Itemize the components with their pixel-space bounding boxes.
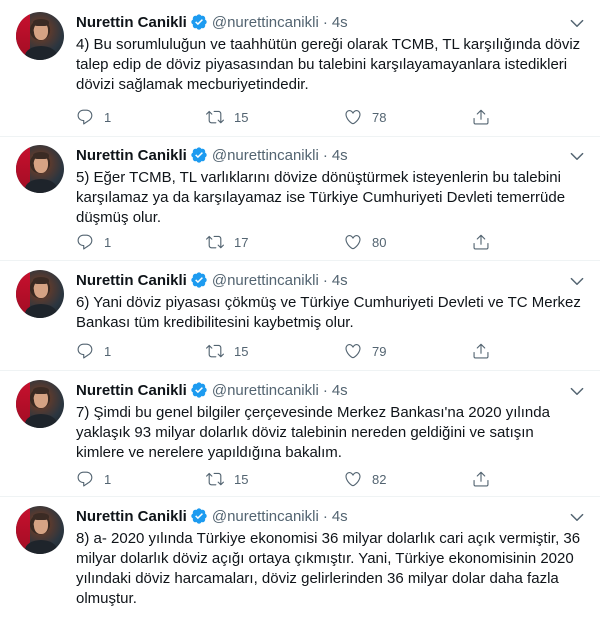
divider <box>0 370 600 371</box>
separator-dot: · <box>322 507 328 525</box>
share-button[interactable] <box>472 107 500 127</box>
share-icon <box>473 234 489 250</box>
retweet-icon <box>206 110 224 124</box>
avatar[interactable] <box>16 12 64 60</box>
author-name[interactable]: Nurettin Canikli <box>76 272 187 289</box>
tweet-text: 4) Bu sorumluluğun ve taahhütün gereği o… <box>76 36 581 93</box>
heart-icon <box>345 235 361 250</box>
reply-count: 1 <box>104 343 112 359</box>
timestamp[interactable]: 4s <box>332 508 348 525</box>
author-name[interactable]: Nurettin Canikli <box>76 14 187 31</box>
chevron-down-icon[interactable] <box>568 14 586 32</box>
timestamp[interactable]: 4s <box>332 382 348 399</box>
reply-icon <box>77 471 93 487</box>
reply-count: 1 <box>104 109 112 125</box>
avatar[interactable] <box>16 270 64 318</box>
share-button[interactable] <box>472 232 500 252</box>
tweet-actions: 1 15 79 <box>76 341 516 361</box>
chevron-down-icon[interactable] <box>568 147 586 165</box>
divider <box>0 260 600 261</box>
verified-badge-icon <box>190 381 208 399</box>
share-icon <box>473 343 489 359</box>
retweet-button[interactable]: 15 <box>206 469 248 489</box>
reply-button[interactable]: 1 <box>76 469 111 489</box>
like-button[interactable]: 80 <box>344 232 386 252</box>
like-button[interactable]: 78 <box>344 107 386 127</box>
tweet-actions: 1 15 78 <box>76 107 516 127</box>
separator-dot: · <box>322 271 328 289</box>
retweet-count: 15 <box>234 343 249 359</box>
timestamp[interactable]: 4s <box>332 147 348 164</box>
reply-icon <box>77 343 93 359</box>
separator-dot: · <box>322 381 328 399</box>
separator-dot: · <box>322 146 328 164</box>
author-name[interactable]: Nurettin Canikli <box>76 382 187 399</box>
verified-badge-icon <box>190 271 208 289</box>
retweet-button[interactable]: 15 <box>206 107 248 127</box>
verified-badge-icon <box>190 507 208 525</box>
avatar[interactable] <box>16 506 64 554</box>
author-name[interactable]: Nurettin Canikli <box>76 147 187 164</box>
retweet-button[interactable]: 15 <box>206 341 248 361</box>
like-count: 82 <box>372 471 387 487</box>
avatar[interactable] <box>16 145 64 193</box>
reply-icon <box>77 109 93 125</box>
share-icon <box>473 471 489 487</box>
retweet-icon <box>206 344 224 358</box>
share-button[interactable] <box>472 469 500 489</box>
retweet-count: 17 <box>234 234 249 250</box>
separator-dot: · <box>322 13 328 31</box>
share-button[interactable] <box>472 341 500 361</box>
retweet-icon <box>206 235 224 249</box>
reply-count: 1 <box>104 234 112 250</box>
chevron-down-icon[interactable] <box>568 508 586 526</box>
retweet-count: 15 <box>234 109 249 125</box>
reply-button[interactable]: 1 <box>76 107 111 127</box>
chevron-down-icon[interactable] <box>568 272 586 290</box>
retweet-icon <box>206 472 224 486</box>
divider <box>0 136 600 137</box>
verified-badge-icon <box>190 13 208 31</box>
heart-icon <box>345 344 361 359</box>
tweet-text: 5) Eğer TCMB, TL varlıklarını dövize dön… <box>76 169 566 226</box>
divider <box>0 496 600 497</box>
author-handle[interactable]: @nurettincanikli <box>212 382 319 399</box>
like-count: 80 <box>372 234 387 250</box>
heart-icon <box>345 472 361 487</box>
like-count: 78 <box>372 109 387 125</box>
author-handle[interactable]: @nurettincanikli <box>212 14 319 31</box>
reply-count: 1 <box>104 471 112 487</box>
avatar[interactable] <box>16 380 64 428</box>
tweet-actions: 1 15 82 <box>76 469 516 489</box>
reply-button[interactable]: 1 <box>76 232 111 252</box>
timestamp[interactable]: 4s <box>332 14 348 31</box>
author-handle[interactable]: @nurettincanikli <box>212 272 319 289</box>
timestamp[interactable]: 4s <box>332 272 348 289</box>
like-button[interactable]: 82 <box>344 469 386 489</box>
author-handle[interactable]: @nurettincanikli <box>212 508 319 525</box>
author-name[interactable]: Nurettin Canikli <box>76 508 187 525</box>
retweet-count: 15 <box>234 471 249 487</box>
author-handle[interactable]: @nurettincanikli <box>212 147 319 164</box>
like-button[interactable]: 79 <box>344 341 386 361</box>
like-count: 79 <box>372 343 387 359</box>
reply-icon <box>77 234 93 250</box>
tweet-text: 8) a- 2020 yılında Türkiye ekonomisi 36 … <box>76 530 581 607</box>
verified-badge-icon <box>190 146 208 164</box>
chevron-down-icon[interactable] <box>568 382 586 400</box>
tweet-text: 6) Yani döviz piyasası çökmüş ve Türkiye… <box>76 294 581 331</box>
reply-button[interactable]: 1 <box>76 341 111 361</box>
tweet-actions: 1 17 80 <box>76 232 516 252</box>
share-icon <box>473 109 489 125</box>
heart-icon <box>345 110 361 125</box>
tweet-text: 7) Şimdi bu genel bilgiler çerçevesinde … <box>76 404 550 461</box>
retweet-button[interactable]: 17 <box>206 232 248 252</box>
